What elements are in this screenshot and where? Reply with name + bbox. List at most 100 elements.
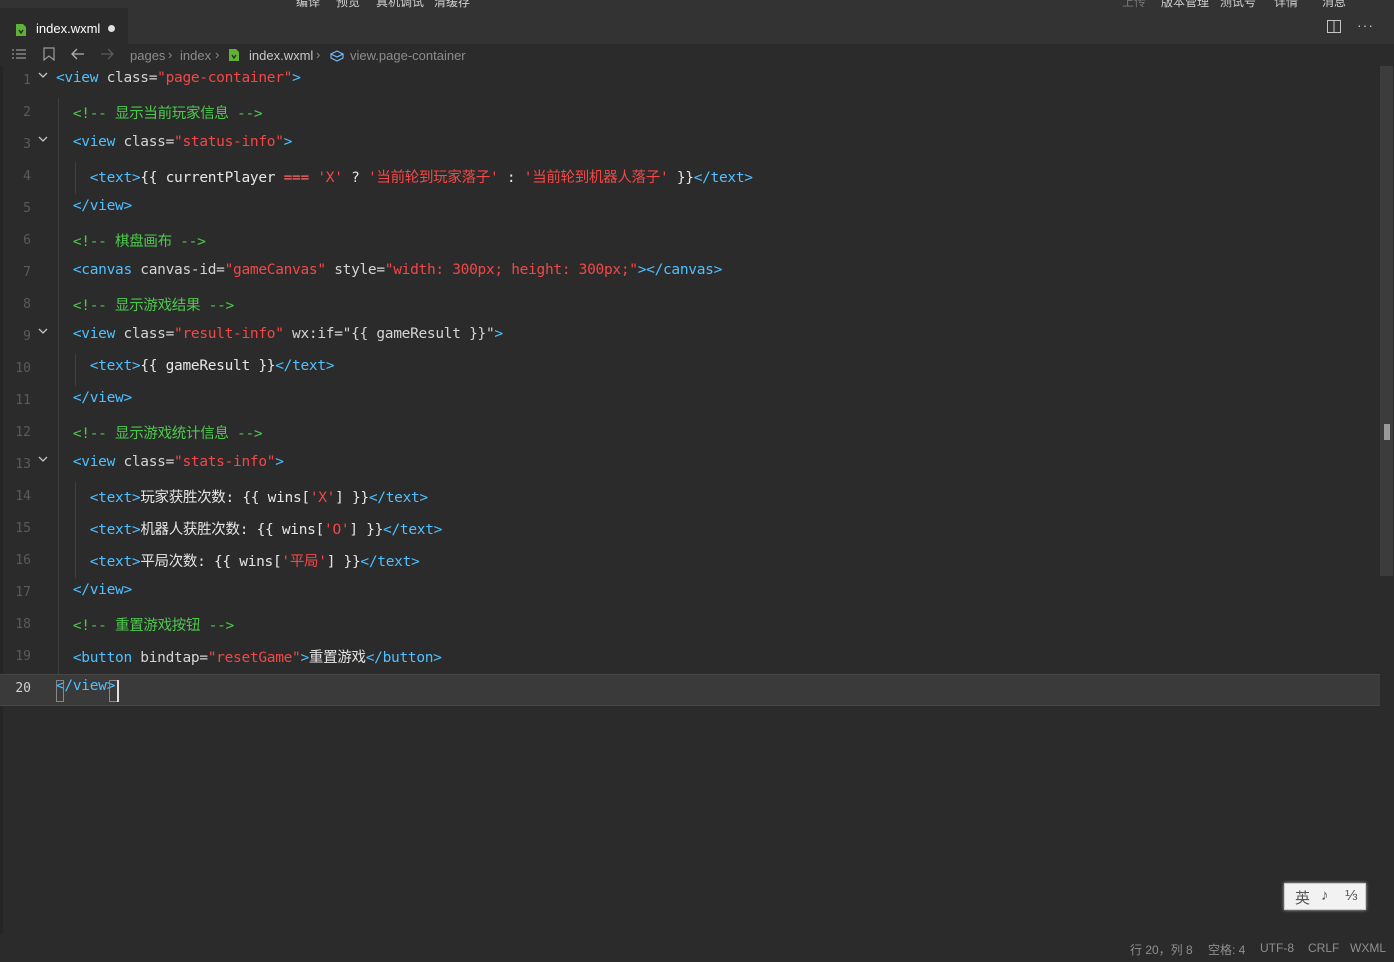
code-token: > — [292, 70, 301, 86]
code-line[interactable]: <!-- 显示游戏统计信息 --> — [56, 422, 263, 443]
code-line[interactable]: <text>机器人获胜次数: {{ wins['O'] }}</text> — [56, 518, 443, 539]
code-line[interactable]: <!-- 棋盘画布 --> — [56, 230, 206, 251]
code-token: class= — [115, 326, 175, 342]
split-editor-icon[interactable] — [1327, 20, 1341, 38]
code-token: "status-info" — [174, 134, 284, 150]
scrollbar-thumb[interactable] — [1380, 66, 1393, 576]
ime-toolbar[interactable]: 英 ♪ ⅓ — [1284, 883, 1366, 910]
outline-list-icon[interactable] — [12, 47, 26, 66]
breadcrumb-file[interactable]: index.wxml — [249, 48, 313, 63]
fold-chevron-icon[interactable] — [38, 130, 48, 148]
code-token: 'O' — [324, 522, 350, 538]
breadcrumb-symbol[interactable]: view.page-container — [350, 48, 466, 63]
text-cursor — [117, 680, 119, 702]
unsaved-dot-icon[interactable] — [108, 25, 115, 32]
code-token: <canvas — [56, 262, 132, 278]
code-token: 重置游戏 — [308, 650, 366, 666]
menu-test-account[interactable]: 测试号 — [1220, 0, 1256, 8]
code-token: ] }} — [326, 554, 361, 570]
menu-details[interactable]: 详情 — [1274, 0, 1298, 8]
breadcrumb-index[interactable]: index — [180, 48, 211, 63]
code-token: <text> — [56, 490, 141, 506]
code-token: canvas-id= — [131, 262, 225, 278]
back-arrow-icon[interactable] — [71, 47, 85, 66]
code-line[interactable]: <button bindtap="resetGame">重置游戏</button… — [56, 646, 442, 667]
menu-compile[interactable]: 编译 — [296, 0, 320, 8]
code-token: <!-- 显示游戏结果 --> — [56, 298, 234, 314]
code-token: class= — [115, 134, 175, 150]
code-line[interactable]: <!-- 重置游戏按钮 --> — [56, 614, 234, 635]
code-token: "result-info" — [174, 326, 284, 342]
code-token: === — [283, 170, 310, 186]
code-token: > — [494, 326, 503, 342]
status-eol[interactable]: CRLF — [1308, 941, 1339, 955]
code-line[interactable]: <!-- 显示当前玩家信息 --> — [56, 102, 263, 123]
top-menu-bar: 编译 预览 真机调试 清缓存 上传 版本管理 测试号 详情 消息 — [0, 0, 1394, 8]
fold-chevron-icon[interactable] — [38, 66, 48, 84]
line-number: 6 — [23, 233, 31, 248]
code-line[interactable]: <text>平局次数: {{ wins['平局'] }}</text> — [56, 550, 420, 571]
ime-mode[interactable]: 英 — [1295, 887, 1310, 908]
line-number: 19 — [15, 649, 31, 664]
bracket-match-open — [56, 680, 64, 702]
code-line[interactable]: <text>{{ currentPlayer === 'X' ? '当前轮到玩家… — [56, 166, 753, 187]
code-line[interactable]: <view class="stats-info"> — [56, 454, 284, 470]
code-line[interactable]: <view class="page-container"> — [56, 70, 301, 86]
code-token: 平局次数: {{ wins[ — [140, 554, 282, 570]
code-token: </button> — [365, 650, 442, 666]
code-token: bindtap= — [131, 650, 208, 666]
current-line-border — [0, 674, 1394, 706]
code-token: "width: 300px; height: 300px;" — [384, 262, 638, 278]
code-line[interactable]: </view> — [56, 678, 115, 694]
status-indentation[interactable]: 空格: 4 — [1208, 941, 1245, 958]
more-actions-icon[interactable]: ··· — [1357, 17, 1374, 33]
line-number: 5 — [23, 201, 31, 216]
code-line[interactable]: </view> — [56, 198, 132, 214]
code-line[interactable]: </view> — [56, 390, 132, 406]
code-line[interactable]: <view class="result-info" wx:if="{{ game… — [56, 326, 503, 342]
tab-bar — [0, 8, 1394, 44]
code-line[interactable]: </view> — [56, 582, 132, 598]
code-token: <!-- 显示游戏统计信息 --> — [56, 426, 263, 442]
code-token: > — [283, 134, 293, 150]
code-token: }} — [668, 170, 694, 186]
code-token: </view> — [56, 198, 132, 214]
line-number: 9 — [23, 329, 31, 344]
indent-guide — [75, 162, 76, 194]
code-token: 'X' — [309, 490, 336, 506]
code-token: </text> — [383, 522, 443, 538]
tab-index-wxml[interactable]: index.wxml — [0, 8, 128, 44]
wxml-file-icon — [229, 48, 239, 66]
code-token: <view — [56, 326, 116, 342]
code-line[interactable]: <!-- 显示游戏结果 --> — [56, 294, 234, 315]
code-line[interactable]: <text>玩家获胜次数: {{ wins['X'] }}</text> — [56, 486, 428, 507]
code-token: {{ gameResult }} — [140, 358, 276, 374]
ime-width-icon[interactable]: ⅓ — [1345, 887, 1358, 904]
code-line[interactable]: <view class="status-info"> — [56, 134, 293, 150]
code-token: "resetGame" — [207, 650, 301, 666]
breadcrumb-pages[interactable]: pages — [130, 48, 165, 63]
menu-device-debug[interactable]: 真机调试 — [376, 0, 424, 8]
ime-punct-icon[interactable]: ♪ — [1321, 887, 1329, 904]
code-token: <text> — [56, 554, 141, 570]
status-encoding[interactable]: UTF-8 — [1260, 941, 1294, 955]
menu-version[interactable]: 版本管理 — [1161, 0, 1209, 8]
code-line[interactable]: <text>{{ gameResult }}</text> — [56, 358, 335, 374]
code-line[interactable]: <canvas canvas-id="gameCanvas" style="wi… — [56, 262, 722, 278]
bookmark-icon[interactable] — [43, 47, 55, 66]
status-language[interactable]: WXML — [1350, 941, 1386, 955]
menu-clear-cache[interactable]: 清缓存 — [434, 0, 470, 8]
menu-preview[interactable]: 预览 — [336, 0, 360, 8]
fold-chevron-icon[interactable] — [38, 450, 48, 468]
code-token: </view> — [56, 582, 132, 598]
menu-upload[interactable]: 上传 — [1122, 0, 1146, 8]
code-token: </view> — [56, 678, 116, 694]
wxml-file-icon — [16, 23, 26, 41]
status-cursor-position[interactable]: 行 20，列 8 — [1130, 941, 1193, 958]
chevron-right-icon: › — [215, 47, 220, 62]
code-token: : — [498, 170, 524, 186]
forward-arrow-icon[interactable] — [100, 47, 114, 66]
code-token: 玩家获胜次数: {{ wins[ — [140, 490, 310, 506]
menu-messages[interactable]: 消息 — [1322, 0, 1346, 8]
fold-chevron-icon[interactable] — [38, 322, 48, 340]
